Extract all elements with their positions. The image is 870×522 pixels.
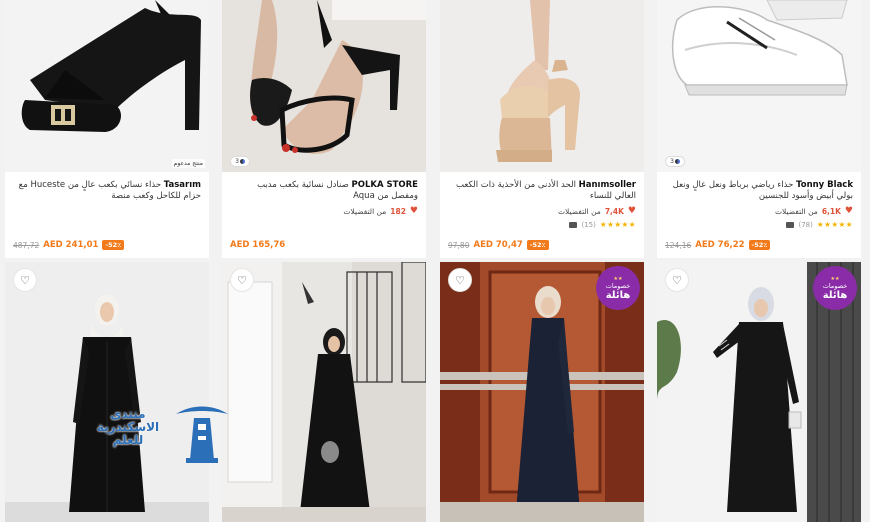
favorites-row: ♥ 6,1K من التفضيلات — [665, 206, 853, 216]
product-brand: POLKA STORE — [351, 180, 419, 190]
product-grid: منتج مدعوم Tasarım حذاء نسائي بكعب عالٍ … — [0, 0, 870, 522]
price-row: 487,72 AED 241,01 -52٪ — [13, 240, 125, 250]
favorites-label: من التفضيلات — [343, 206, 387, 216]
favorites-label: من التفضيلات — [557, 206, 601, 216]
rating-count: (78) — [798, 220, 813, 229]
discount-badge: -52٪ — [748, 240, 771, 250]
heart-icon: ♥ — [627, 206, 636, 216]
product-card[interactable]: ♡ ★★ خصومات هائلة — [440, 262, 644, 522]
heart-icon: ♡ — [455, 273, 465, 287]
forum-watermark: منتدى الاسكندرية للعلم — [82, 400, 232, 464]
camera-icon — [786, 221, 795, 228]
black-abaya-model-image — [5, 262, 209, 522]
heart-icon: ♡ — [20, 273, 30, 287]
old-price: 487,72 — [13, 240, 40, 250]
badge-line2: هائلة — [822, 289, 848, 301]
product-brand: Tonny Black — [796, 180, 853, 190]
favorite-button[interactable]: ♡ — [13, 268, 37, 292]
color-options-chip[interactable]: 3 — [665, 156, 685, 167]
price-row: 124,16 AED 76,22 -52٪ — [665, 240, 771, 250]
rating-stars: ★★★★★ — [599, 220, 636, 229]
product-image[interactable]: ♡ ★★ خصومات هائلة — [657, 262, 861, 522]
high-heel-platform-sandal-image — [5, 0, 209, 172]
color-swatch-icon — [674, 159, 680, 164]
heart-icon: ♡ — [237, 273, 247, 287]
product-card[interactable]: 3 Tonny Black حذاء رياضي برباط ونعل عالٍ… — [657, 0, 861, 258]
favorites-row: ♥ 182 من التفضيلات — [230, 206, 418, 216]
current-price: AED 70,47 — [473, 240, 523, 250]
product-image[interactable]: 3 — [657, 0, 861, 172]
favorite-button[interactable]: ♡ — [230, 268, 254, 292]
sponsored-tag: منتج مدعوم — [171, 159, 205, 168]
current-price: AED 241,01 — [43, 240, 99, 250]
product-card[interactable]: ♡ ★★ خصومات هائلة — [657, 262, 861, 522]
price-row: 97,80 AED 70,47 -52٪ — [448, 240, 549, 250]
watermark-text: منتدى الاسكندرية للعلم — [82, 408, 174, 447]
badge-line2: هائلة — [605, 289, 631, 301]
badge-line1: خصومات — [605, 281, 631, 290]
product-image[interactable]: 3 — [222, 0, 426, 172]
old-price: 97,80 — [448, 240, 470, 250]
favorites-label: من التفضيلات — [774, 206, 818, 216]
color-count: 3 — [670, 158, 674, 165]
nude-platform-heels-image — [440, 0, 644, 172]
product-image[interactable]: ♡ — [222, 262, 426, 522]
product-title[interactable]: Tasarım حذاء نسائي بكعب عالٍ من Huceste … — [13, 180, 201, 202]
product-card[interactable]: ♡ — [222, 262, 426, 522]
price-row: AED 165,76 — [230, 240, 285, 250]
strappy-sandals-image — [222, 0, 426, 172]
product-title[interactable]: Tonny Black حذاء رياضي برباط ونعل عالٍ و… — [665, 180, 853, 202]
product-brand: Hanımsoller — [578, 180, 636, 190]
color-options-chip[interactable]: 3 — [230, 156, 250, 167]
favorites-count: 6,1K — [821, 206, 841, 216]
color-count: 3 — [235, 158, 239, 165]
heart-icon: ♥ — [844, 206, 853, 216]
product-card[interactable]: منتج مدعوم Tasarım حذاء نسائي بكعب عالٍ … — [5, 0, 209, 258]
product-title[interactable]: POLKA STORE صنادل نسائية بكعب مدبب ومفصل… — [230, 180, 418, 202]
mega-sale-badge: ★★ خصومات هائلة — [596, 266, 640, 310]
product-image[interactable]: ♡ ★★ خصومات هائلة — [440, 262, 644, 522]
product-card[interactable]: 3 POLKA STORE صنادل نسائية بكعب مدبب ومف… — [222, 0, 426, 258]
heart-icon: ♡ — [672, 273, 682, 287]
mega-sale-badge: ★★ خصومات هائلة — [813, 266, 857, 310]
discount-badge: -52٪ — [102, 240, 125, 250]
old-price: 124,16 — [665, 240, 692, 250]
current-price: AED 165,76 — [230, 240, 286, 250]
color-swatch-icon — [239, 159, 245, 164]
favorites-row: ♥ 7,4K من التفضيلات — [448, 206, 636, 216]
white-sneakers-image — [657, 0, 861, 172]
product-brand: Tasarım — [163, 180, 201, 190]
favorite-button[interactable]: ♡ — [665, 268, 689, 292]
rating-count: (15) — [581, 220, 596, 229]
favorites-count: 7,4K — [604, 206, 624, 216]
rating-row: ★★★★★ (15) — [448, 220, 636, 229]
product-image[interactable] — [440, 0, 644, 172]
favorites-count: 182 — [390, 206, 406, 216]
product-image[interactable]: منتج مدعوم — [5, 0, 209, 172]
product-card[interactable]: Hanımsoller الحد الأدنى من الأحذية ذات ا… — [440, 0, 644, 258]
product-title[interactable]: Hanımsoller الحد الأدنى من الأحذية ذات ا… — [448, 180, 636, 202]
watermark-line3: للعلم — [112, 433, 144, 447]
favorite-button[interactable]: ♡ — [448, 268, 472, 292]
product-image[interactable]: ♡ — [5, 262, 209, 522]
camera-icon — [569, 221, 578, 228]
rating-stars: ★★★★★ — [816, 220, 853, 229]
heart-icon: ♥ — [409, 206, 418, 216]
current-price: AED 76,22 — [695, 240, 745, 250]
product-card[interactable]: ♡ — [5, 262, 209, 522]
lighthouse-logo-icon — [176, 406, 228, 463]
rating-row: ★★★★★ (78) — [665, 220, 853, 229]
discount-badge: -52٪ — [526, 240, 549, 250]
badge-line1: خصومات — [822, 281, 848, 290]
black-abaya-street-image — [222, 262, 426, 522]
